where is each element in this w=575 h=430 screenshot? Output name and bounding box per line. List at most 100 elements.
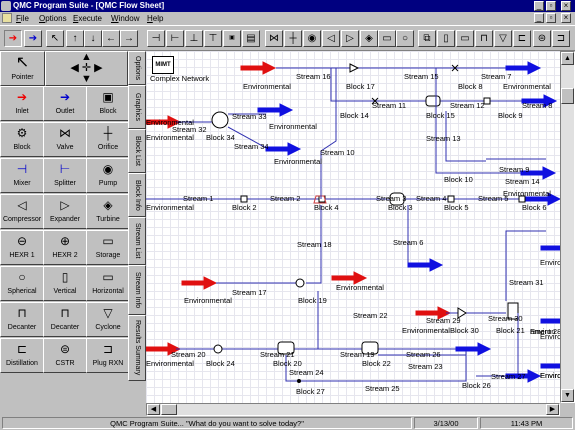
storage-tool-icon[interactable]: ▭ xyxy=(378,30,396,47)
flowsheet-canvas[interactable]: MIMT Complex Network Stream 16 Stream 15 S… xyxy=(146,51,560,403)
flowsheet-label[interactable]: Stream 27 xyxy=(491,372,526,381)
flowsheet-label[interactable]: Block 22 xyxy=(362,359,391,368)
flowsheet-label[interactable]: Stream 24 xyxy=(289,368,324,377)
palette-hexr-2[interactable]: ⊕ HEXR 2 xyxy=(43,230,87,265)
doc-close-button[interactable]: × xyxy=(561,13,571,23)
palette-decanter[interactable]: ⊓ Decanter xyxy=(43,302,87,337)
flowsheet-label[interactable]: Stream 16 xyxy=(296,72,331,81)
flowsheet-label[interactable]: Environmental xyxy=(402,326,450,335)
pump-tool-icon[interactable]: ◉ xyxy=(303,30,321,47)
outlet-arrow-icon[interactable] xyxy=(407,258,444,272)
flowsheet-label[interactable]: Block 17 xyxy=(346,82,375,91)
arrow-left-icon[interactable]: ← xyxy=(102,30,120,47)
graphic-tool-icon[interactable]: ▤ xyxy=(242,30,260,47)
flowsheet-label[interactable]: Block 5 xyxy=(444,203,469,212)
vertical-scroll-thumb[interactable] xyxy=(561,88,574,104)
flowsheet-label[interactable]: Block 6 xyxy=(522,203,547,212)
sphere-vessel-icon[interactable] xyxy=(211,111,229,129)
flowsheet-label[interactable]: nment 28 xyxy=(530,327,560,336)
tab-block-list[interactable]: Block List xyxy=(128,129,146,173)
menu-options[interactable]: Options xyxy=(39,12,67,25)
tab-stream-info[interactable]: Stream Info xyxy=(128,265,146,315)
block-node[interactable] xyxy=(240,195,248,203)
cstr-tool-icon[interactable]: ⊜ xyxy=(533,30,551,47)
orifice-tool-icon[interactable]: ┼ xyxy=(284,30,302,47)
block-node[interactable] xyxy=(447,195,455,203)
tab-stream-list[interactable]: Stream List xyxy=(128,217,146,265)
scroll-right-button[interactable]: ▶ xyxy=(546,404,559,415)
flowsheet-label[interactable]: Stream 10 xyxy=(320,148,355,157)
flowsheet-label[interactable]: Environmental xyxy=(184,296,232,305)
inlet-arrow-icon[interactable] xyxy=(181,276,218,290)
arrow-right-icon[interactable]: → xyxy=(120,30,138,47)
flowsheet-label[interactable]: Stream 20 xyxy=(171,350,206,359)
flowsheet-label[interactable]: Block 26 xyxy=(462,381,491,390)
vertical-scrollbar[interactable]: ▲ ▼ xyxy=(560,51,575,403)
flowsheet-label[interactable]: Environmental xyxy=(146,359,194,368)
flowsheet-label[interactable]: Environmental xyxy=(503,82,551,91)
flowsheet-label[interactable]: Stream 31 xyxy=(509,278,544,287)
flowsheet-label[interactable]: Stream 13 xyxy=(426,134,461,143)
scroll-up-button[interactable]: ▲ xyxy=(561,52,574,65)
flowsheet-label[interactable]: Block 3 xyxy=(388,203,413,212)
palette-expander[interactable]: ▷ Expander xyxy=(43,194,87,229)
flowsheet-label[interactable]: Block 20 xyxy=(273,359,302,368)
pump-icon[interactable] xyxy=(213,344,223,354)
flowsheet-label[interactable]: Stream 26 xyxy=(406,350,441,359)
plug-rxn-tool-icon[interactable]: ⊐ xyxy=(552,30,570,47)
flowsheet-label[interactable]: Environmental xyxy=(503,189,551,198)
flowsheet-label[interactable]: Block 30 xyxy=(450,326,479,335)
tab-block-info[interactable]: Block Info xyxy=(128,173,146,217)
flowsheet-label[interactable]: Stream 1 xyxy=(183,194,213,203)
flowsheet-label[interactable]: Stream 21 xyxy=(260,350,295,359)
flowsheet-label[interactable]: Environmental xyxy=(540,258,560,267)
mixer-tool-icon[interactable]: ⊣ xyxy=(147,30,165,47)
pointer-tool-icon[interactable]: ↖ xyxy=(46,30,64,47)
flowsheet-label[interactable]: Stream 7 xyxy=(481,72,511,81)
pump-icon[interactable] xyxy=(295,278,305,288)
tab-results-summary[interactable]: Results Summary xyxy=(128,315,146,381)
flowsheet-label[interactable]: Block 10 xyxy=(444,175,473,184)
hexr-tool-icon[interactable]: ⧉ xyxy=(418,30,436,47)
decanter-tool-icon[interactable]: ⊓ xyxy=(475,30,493,47)
outlet-tool-icon[interactable]: ➔ xyxy=(24,30,42,47)
inlet-tool-icon[interactable]: ➔ xyxy=(4,30,22,47)
flowsheet-label[interactable]: Stream 14 xyxy=(505,177,540,186)
menu-execute[interactable]: Execute xyxy=(73,12,102,25)
flowsheet-label[interactable]: Stream 6 xyxy=(393,238,423,247)
scroll-down-button[interactable]: ▼ xyxy=(561,389,574,402)
nudge-pad[interactable]: ▲ ◀ ✛ ▶ ▼ xyxy=(45,51,128,86)
palette-outlet[interactable]: ➔ Outlet xyxy=(43,86,87,121)
flowsheet-label[interactable]: Stream 25 xyxy=(365,384,400,393)
flowsheet-label[interactable]: Block 2 xyxy=(232,203,257,212)
flowsheet-label[interactable]: Stream 30 xyxy=(488,314,523,323)
palette-splitter[interactable]: ⊢ Splitter xyxy=(43,158,87,193)
flowsheet-label[interactable]: Block 9 xyxy=(498,111,523,120)
scroll-left-button[interactable]: ◀ xyxy=(147,404,160,415)
menu-help[interactable]: Help xyxy=(147,12,163,25)
flowsheet-label[interactable]: Block 34 xyxy=(206,133,235,142)
flowsheet-label[interactable]: Block 24 xyxy=(206,359,235,368)
mimt-logo[interactable]: MIMT xyxy=(152,56,174,74)
node-dot[interactable] xyxy=(297,379,301,383)
flowsheet-label[interactable]: Stream 34 xyxy=(234,142,269,151)
valve-tool-icon[interactable]: ⋈ xyxy=(265,30,283,47)
palette-hexr-1[interactable]: ⊖ HEXR 1 xyxy=(0,230,44,265)
flowsheet-label[interactable]: Stream 22 xyxy=(353,311,388,320)
stream-line[interactable] xyxy=(320,68,337,199)
flowsheet-label[interactable]: Stream 17 xyxy=(232,288,267,297)
flowsheet-label[interactable]: Stream 18 xyxy=(297,240,332,249)
flowsheet-label[interactable]: Environmental xyxy=(243,82,291,91)
maximize-button[interactable]: ▫ xyxy=(546,1,556,11)
expander-icon[interactable] xyxy=(349,63,360,73)
horizontal-tool-icon[interactable]: ▭ xyxy=(456,30,474,47)
palette-valve[interactable]: ⋈ Valve xyxy=(43,122,87,157)
compressor-tool-icon[interactable]: ◁ xyxy=(322,30,340,47)
flowsheet-label[interactable]: Stream 4 xyxy=(416,194,446,203)
doc-restore-button[interactable]: ▫ xyxy=(546,13,556,23)
flowsheet-label[interactable]: Environmental xyxy=(336,283,384,292)
outlet-arrow-icon[interactable] xyxy=(540,242,560,254)
block-tool-icon[interactable]: ⊤ xyxy=(204,30,222,47)
flowsheet-label[interactable]: Stream 11 xyxy=(372,101,406,110)
palette-cstr[interactable]: ⊜ CSTR xyxy=(43,338,87,373)
